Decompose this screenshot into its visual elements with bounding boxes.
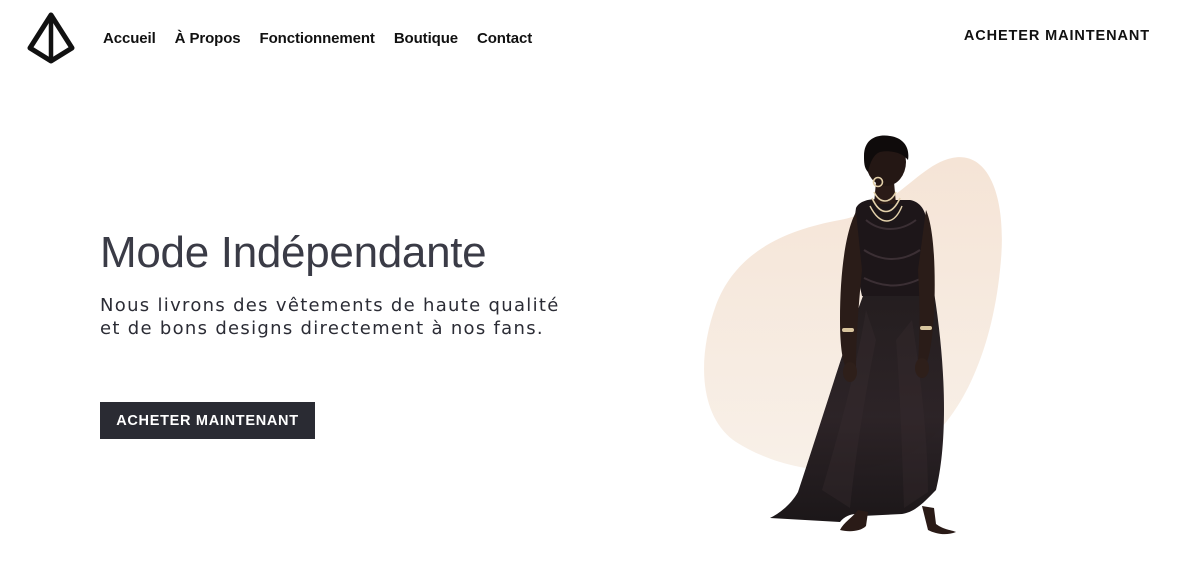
main-nav: Accueil À Propos Fonctionnement Boutique… <box>103 28 551 48</box>
nav-item-a-propos[interactable]: À Propos <box>175 30 241 47</box>
logo-icon[interactable] <box>25 12 77 64</box>
hero-buy-now-button[interactable]: ACHETER MAINTENANT <box>100 402 315 439</box>
hero-subtitle: Nous livrons des vêtements de haute qual… <box>100 295 560 339</box>
model-photo-icon <box>704 135 1002 535</box>
hero-title: Mode Indépendante <box>100 228 487 277</box>
nav-item-accueil[interactable]: Accueil <box>103 30 156 47</box>
nav-item-boutique[interactable]: Boutique <box>394 30 458 47</box>
nav-item-fonctionnement[interactable]: Fonctionnement <box>260 30 375 47</box>
nav-item-contact[interactable]: Contact <box>477 30 532 47</box>
site-header: Accueil À Propos Fonctionnement Boutique… <box>0 0 1200 75</box>
header-buy-now-link[interactable]: ACHETER MAINTENANT <box>964 28 1150 44</box>
hero-image <box>690 120 1020 550</box>
